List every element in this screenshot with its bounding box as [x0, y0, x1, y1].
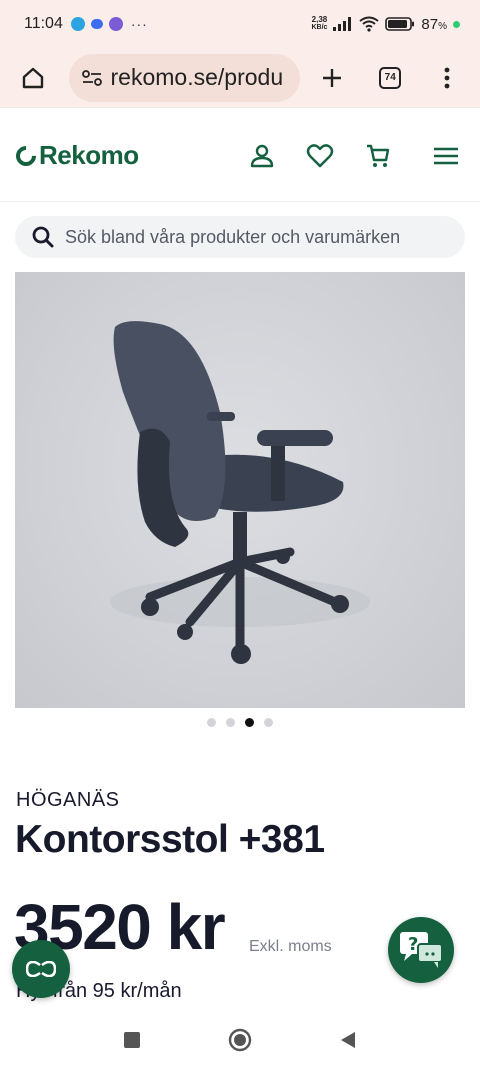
more-vertical-icon [444, 67, 450, 88]
telegram-icon [70, 17, 85, 31]
viber-icon [108, 17, 123, 31]
site-settings-icon[interactable] [81, 69, 103, 87]
charging-dot [453, 20, 460, 28]
user-icon [250, 144, 274, 167]
more-notifications-icon: ··· [130, 16, 148, 32]
menu-icon [434, 147, 458, 164]
home-button[interactable] [14, 58, 53, 98]
url-text: rekomo.se/produ [110, 64, 284, 90]
search-placeholder: Sök bland våra produkter och varumärken [65, 226, 401, 247]
carousel-dots [0, 718, 480, 732]
battery-icon [385, 17, 415, 31]
wifi-icon [359, 16, 380, 32]
loop-icon [26, 961, 56, 977]
home-nav-button[interactable] [228, 1028, 252, 1052]
tabs-button[interactable]: 74 [371, 58, 410, 98]
status-bar: 11:04 ··· 2,38 KB/c 87% [0, 0, 480, 48]
cart-button[interactable] [360, 138, 396, 174]
status-time: 11:04 [24, 15, 63, 32]
signal-icon [333, 17, 352, 31]
menu-button[interactable] [428, 138, 464, 174]
product-image[interactable] [15, 272, 465, 708]
browser-toolbar: rekomo.se/produ 74 [0, 48, 480, 108]
back-button[interactable] [338, 1030, 358, 1050]
favorites-button[interactable] [302, 138, 338, 174]
carousel-dot-4[interactable] [264, 718, 273, 727]
carousel-dot-2[interactable] [226, 718, 235, 727]
recents-button[interactable] [122, 1030, 142, 1050]
chat-help-icon: ? [400, 932, 443, 968]
network-speed: 2,38 KB/c [311, 15, 328, 32]
messages-icon [90, 19, 103, 29]
chat-help-button[interactable]: ? [388, 917, 454, 983]
plus-icon [322, 68, 341, 87]
heart-icon [306, 143, 334, 167]
carousel-dot-1[interactable] [207, 718, 216, 727]
loop-button[interactable] [12, 940, 70, 998]
new-tab-button[interactable] [312, 58, 351, 98]
svg-text:?: ? [408, 934, 418, 955]
search-input[interactable]: Sök bland våra produkter och varumärken [15, 216, 465, 258]
office-chair-image [110, 321, 370, 664]
system-nav-bar [0, 1012, 480, 1067]
cart-icon [367, 144, 390, 167]
site-header: Rekomo [0, 110, 480, 202]
price-note: Exkl. moms [249, 938, 332, 955]
carousel-dot-3[interactable] [245, 718, 254, 727]
product-brand: HÖGANÄS [16, 789, 120, 811]
account-button[interactable] [244, 138, 280, 174]
search-icon [32, 226, 54, 248]
product-title: Kontorsstol +381 [15, 818, 325, 861]
battery-level: 87% [421, 15, 447, 33]
logo-mark-icon [11, 141, 41, 170]
home-icon [23, 67, 44, 88]
site-logo[interactable]: Rekomo [11, 140, 139, 171]
tabs-icon: 74 [379, 66, 402, 89]
address-bar[interactable]: rekomo.se/produ [68, 53, 301, 102]
browser-menu-button[interactable] [428, 58, 467, 98]
